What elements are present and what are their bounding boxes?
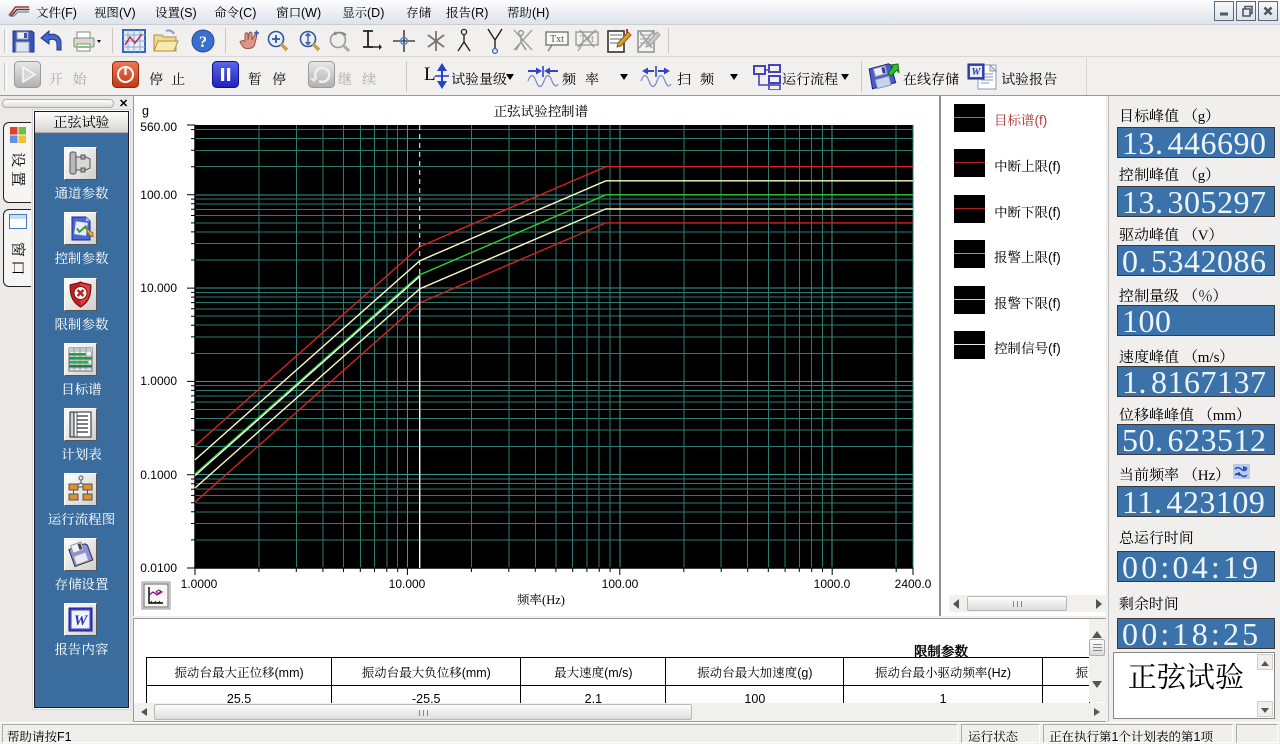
svg-text:1.0000: 1.0000: [181, 577, 218, 591]
svg-text:?: ?: [199, 34, 207, 51]
svg-text:频率(Hz): 频率(Hz): [517, 590, 565, 608]
svg-text:W: W: [74, 613, 89, 629]
svg-text:10.000: 10.000: [389, 577, 426, 591]
svg-text:正弦试验控制谱: 正弦试验控制谱: [494, 100, 589, 120]
svg-text:100.00: 100.00: [602, 577, 639, 591]
svg-text:g: g: [142, 104, 149, 118]
svg-text:560.00: 560.00: [140, 120, 177, 134]
svg-text:0.1000: 0.1000: [140, 468, 177, 482]
svg-text:100.00: 100.00: [140, 188, 177, 202]
svg-text:Txt: Txt: [550, 34, 564, 45]
svg-text:1.0000: 1.0000: [140, 374, 177, 388]
svg-text:0.0100: 0.0100: [140, 561, 177, 575]
svg-text:10.000: 10.000: [140, 281, 177, 295]
svg-text:W: W: [972, 67, 982, 78]
svg-text:2400.0: 2400.0: [895, 577, 932, 591]
svg-text:1000.0: 1000.0: [814, 577, 851, 591]
